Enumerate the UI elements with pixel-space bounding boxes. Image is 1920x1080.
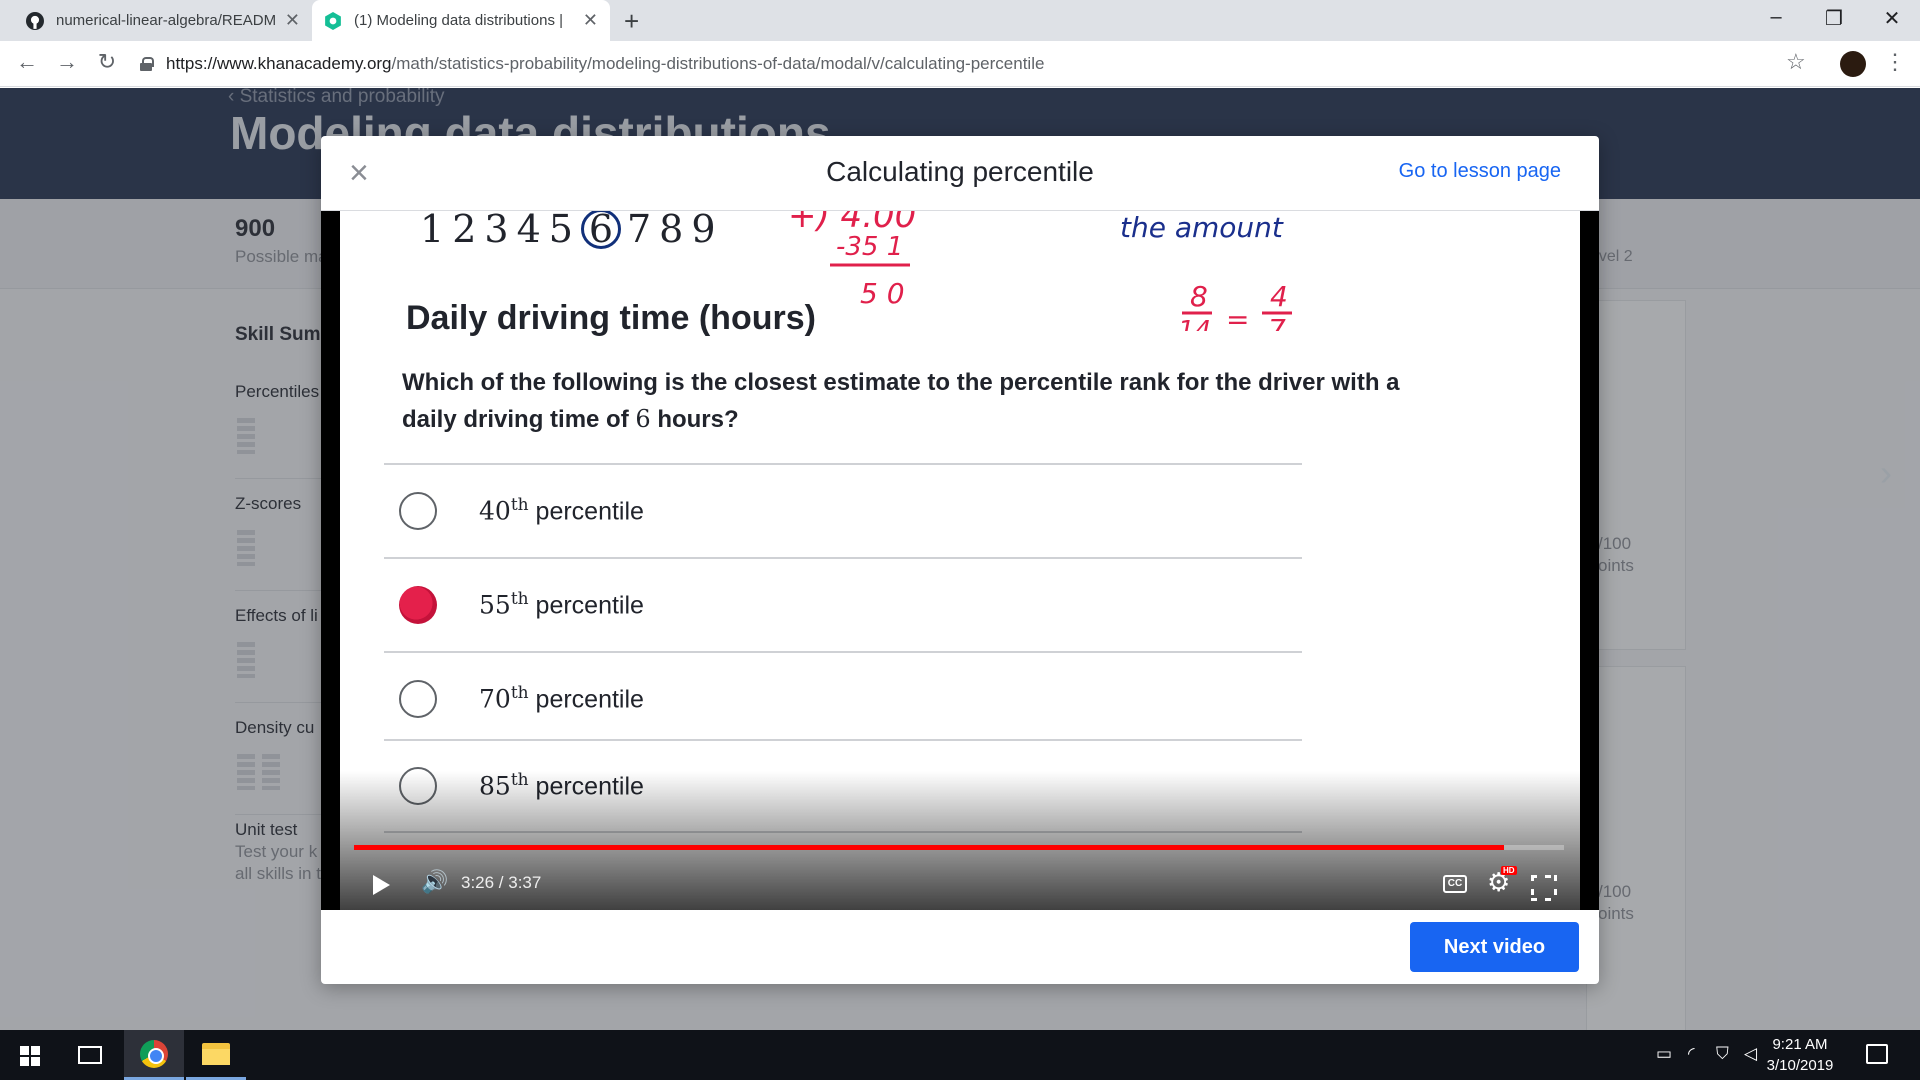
modal-header: × Calculating percentile Go to lesson pa… [321,136,1599,211]
khan-academy-icon [325,11,341,30]
taskbar-chrome[interactable] [124,1030,184,1080]
question-part: hours? [650,406,739,433]
minimize-button[interactable]: – [1756,6,1796,29]
forward-button[interactable]: → [52,49,82,75]
radio-button-marked [399,586,437,624]
choice-number: 55 [479,590,511,620]
url-text: https://www.khanacademy.org/math/statist… [166,54,1044,74]
answer-choice: 55th percentile [384,557,1302,651]
answer-choice: 70th percentile [384,651,1302,745]
task-view-icon[interactable] [78,1046,102,1064]
url-path: /math/statistics-probability/modeling-di… [391,54,1045,73]
choice-number: 40 [479,496,511,526]
clock-time: 9:21 AM [1772,1036,1828,1053]
modal-footer: Next video [321,910,1599,984]
fullscreen-icon[interactable] [1531,875,1551,895]
hd-badge: HD [1501,866,1517,875]
windows-start-icon[interactable] [20,1046,40,1066]
time-display: 3:26 / 3:37 [461,873,542,892]
choice-label: 70th percentile [479,683,644,714]
answer-choice: 40th percentile [384,463,1302,557]
equals-sign: = [1226,303,1249,331]
progress-bar[interactable] [354,845,1564,850]
question-part: Which of the following is the closest es… [402,369,1400,433]
clock-date: 3/10/2019 [1766,1057,1834,1074]
bookmark-star-icon[interactable]: ☆ [1786,49,1806,75]
tab-close-icon[interactable]: ✕ [285,10,300,31]
taskbar-file-explorer[interactable] [186,1030,246,1080]
next-arrow-icon[interactable]: › [1880,452,1892,494]
tab-close-icon[interactable]: ✕ [583,10,598,31]
lock-icon [140,57,154,71]
address-bar[interactable]: https://www.khanacademy.org/math/statist… [140,47,1800,81]
video-modal: × Calculating percentile Go to lesson pa… [321,136,1599,984]
tab-khan-academy[interactable]: (1) Modeling data distributions | ✕ [312,0,610,41]
choice-word: percentile [535,685,644,714]
restore-button[interactable]: ❐ [1814,6,1854,31]
choice-label: 40th percentile [479,495,644,526]
play-icon[interactable] [373,875,390,895]
calc-middle: -35 1 [836,232,903,262]
choice-word: percentile [535,591,644,620]
fraction-numerator: 4 [1270,280,1288,313]
calc-bottom: 5 0 [860,277,905,310]
choice-word: percentile [535,497,644,526]
radio-button [399,492,437,530]
chrome-icon [140,1039,168,1068]
notification-icon[interactable] [1866,1044,1888,1064]
go-to-lesson-link[interactable]: Go to lesson page [1399,160,1561,183]
taskbar: ▭ ◜ ⛉ ◁ 9:21 AM 3/10/2019 [0,1030,1920,1080]
choice-label: 55th percentile [479,589,644,620]
fraction-denominator: 14 [1178,316,1211,331]
close-window-button[interactable]: ✕ [1872,6,1912,31]
new-tab-button[interactable]: + [624,6,639,37]
folder-icon [202,1042,230,1065]
fraction-denominator: 7 [1268,313,1286,331]
choice-suffix: th [510,495,529,516]
next-video-button[interactable]: Next video [1410,922,1579,972]
shield-icon[interactable]: ⛉ [1716,1044,1729,1064]
wifi-icon[interactable]: ◜ [1688,1044,1695,1064]
profile-avatar[interactable] [1840,51,1866,77]
reload-button[interactable]: ↻ [92,49,122,75]
browser-toolbar: ← → ↻ https://www.khanacademy.org/math/s… [0,41,1920,87]
section-title: Daily driving time (hours) [406,299,816,337]
choice-suffix: th [510,683,529,704]
radio-button [399,680,437,718]
speaker-icon[interactable]: ◁ [1744,1044,1757,1064]
github-icon [26,11,44,30]
back-button[interactable]: ← [12,49,42,75]
tab-label: numerical-linear-algebra/READM [56,12,277,29]
progress-fill [354,845,1504,850]
browser-menu-icon[interactable]: ⋮ [1884,49,1906,75]
captions-icon[interactable]: CC [1443,875,1467,893]
volume-icon[interactable]: 🔊 [421,869,448,895]
tab-label: (1) Modeling data distributions | [354,12,564,29]
tab-github-readme[interactable]: numerical-linear-algebra/READM ✕ [14,0,312,41]
choice-number: 70 [479,684,511,714]
video-player[interactable]: 12345 6 789 +) 4.00 -35 1 5 0 8 14 = 4 7 t… [321,211,1599,910]
question-text: Which of the following is the closest es… [402,365,1402,438]
url-host: https://www.khanacademy.org [166,54,392,73]
fraction-numerator: 8 [1190,280,1208,313]
question-value: 6 [635,405,651,433]
choice-suffix: th [510,589,529,610]
handwritten-note: the amount [1120,211,1284,244]
battery-icon[interactable]: ▭ [1656,1044,1672,1064]
clock[interactable]: 9:21 AM 3/10/2019 [1760,1034,1840,1076]
tab-strip: numerical-linear-algebra/READM ✕ (1) Mod… [0,0,1920,41]
